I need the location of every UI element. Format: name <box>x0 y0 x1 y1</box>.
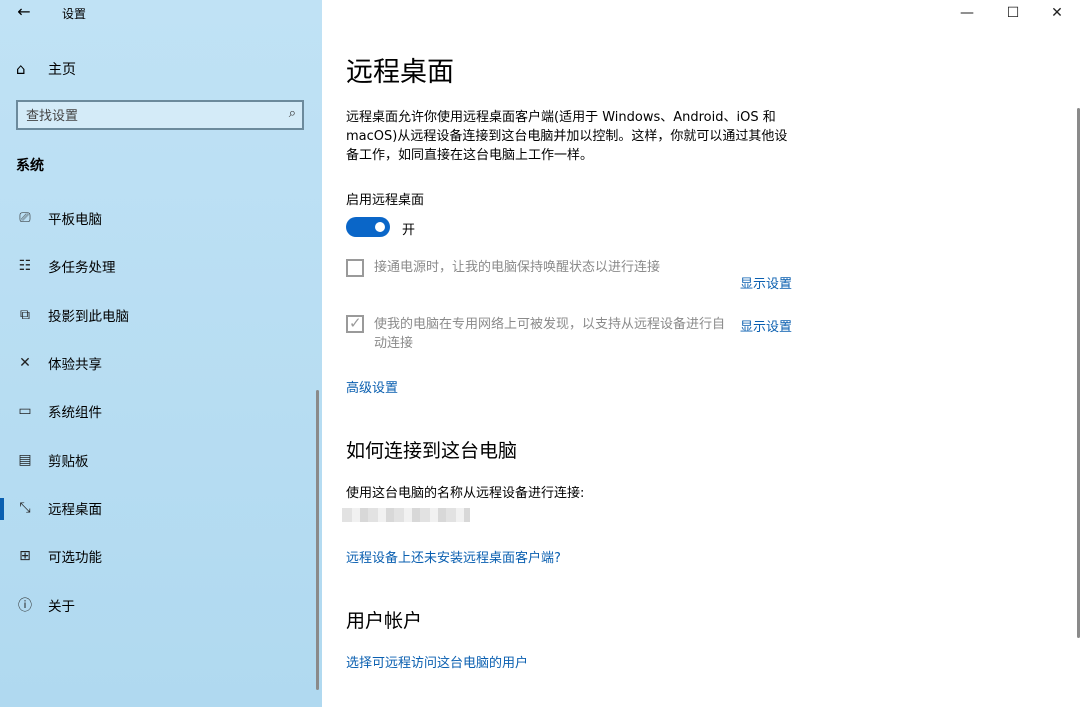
user-accounts-heading: 用户帐户 <box>346 610 423 632</box>
section-title: 系统 <box>16 158 44 174</box>
sidebar-item-label: 多任务处理 <box>48 260 116 277</box>
pc-name-redacted <box>342 508 470 522</box>
back-button[interactable]: ← <box>12 2 36 22</box>
remote-desktop-toggle[interactable] <box>346 217 390 237</box>
sidebar-item-label: 体验共享 <box>48 357 102 374</box>
app-title: 设置 <box>62 7 87 21</box>
tablet-icon: ⎚ <box>19 210 31 227</box>
select-users-link[interactable]: 选择可远程访问这台电脑的用户 <box>346 652 528 671</box>
sidebar-item-optional-features[interactable]: ⊞ 可选功能 <box>0 532 322 580</box>
sidebar-item-remote-desktop[interactable]: ⤡ 远程桌面 <box>0 484 322 532</box>
search-icon[interactable]: ⌕ <box>289 106 296 121</box>
sidebar-item-label: 远程桌面 <box>48 501 102 518</box>
connect-heading: 如何连接到这台电脑 <box>346 440 518 462</box>
display-settings-link-1[interactable]: 显示设置 <box>740 273 792 292</box>
sidebar-nav: ⎚ 平板电脑 ☷ 多任务处理 ⧉ 投影到此电脑 ✕ 体验共享 ▭ 系统组件 ▤ … <box>0 194 322 629</box>
projector-icon: ⧉ <box>20 306 30 323</box>
sidebar-item-share[interactable]: ✕ 体验共享 <box>0 339 322 387</box>
titlebar-left: ← 设置 <box>0 0 322 26</box>
sidebar-home[interactable]: ⌂ 主页 <box>16 58 76 80</box>
toggle-state: 开 <box>402 223 416 238</box>
sidebar-item-clipboard[interactable]: ▤ 剪贴板 <box>0 435 322 483</box>
keep-awake-text: 接通电源时，让我的电脑保持唤醒状态以进行连接 <box>374 260 661 275</box>
keep-awake-checkbox[interactable] <box>346 259 364 277</box>
sidebar-item-tablet[interactable]: ⎚ 平板电脑 <box>0 194 322 242</box>
check-icon: ✓ <box>349 314 362 332</box>
optional-features-icon: ⊞ <box>19 548 31 565</box>
sidebar-item-multitask[interactable]: ☷ 多任务处理 <box>0 242 322 290</box>
client-install-link[interactable]: 远程设备上还未安装远程桌面客户端? <box>346 547 561 566</box>
share-icon: ✕ <box>19 355 31 372</box>
multitask-icon: ☷ <box>18 258 32 275</box>
arrow-left-icon: ← <box>17 2 31 21</box>
sidebar-item-label: 系统组件 <box>48 405 102 422</box>
advanced-settings-link[interactable]: 高级设置 <box>346 377 398 396</box>
search-input[interactable] <box>26 107 266 125</box>
sidebar: ← 设置 ⌂ 主页 ⌕ 系统 ⎚ 平板电脑 ☷ 多任务处理 ⧉ 投影到此电脑 ✕… <box>0 0 322 707</box>
discoverable-text: 使我的电脑在专用网络上可被发现，以支持从远程设备进行自动连接 <box>374 317 726 351</box>
sidebar-item-label: 可选功能 <box>48 550 102 567</box>
connect-text: 使用这台电脑的名称从远程设备进行连接: <box>346 486 585 501</box>
main-content: 远程桌面 远程桌面允许你使用远程桌面客户端(适用于 Windows、Androi… <box>322 0 1080 707</box>
toggle-knob <box>375 222 385 232</box>
home-icon: ⌂ <box>16 60 26 78</box>
info-icon: ⓘ <box>18 597 32 614</box>
sidebar-item-about[interactable]: ⓘ 关于 <box>0 580 322 628</box>
search-box[interactable]: ⌕ <box>16 100 304 130</box>
sidebar-item-projector[interactable]: ⧉ 投影到此电脑 <box>0 291 322 339</box>
components-icon: ▭ <box>18 403 32 420</box>
display-settings-link-2[interactable]: 显示设置 <box>740 316 792 335</box>
page-description: 远程桌面允许你使用远程桌面客户端(适用于 Windows、Android、iOS… <box>346 110 788 163</box>
sidebar-item-label: 关于 <box>48 598 75 615</box>
discoverable-checkbox[interactable]: ✓ <box>346 314 364 333</box>
sidebar-item-components[interactable]: ▭ 系统组件 <box>0 387 322 435</box>
remote-desktop-icon: ⤡ <box>19 499 31 516</box>
sidebar-item-label: 平板电脑 <box>48 212 102 229</box>
sidebar-scrollbar[interactable] <box>316 390 319 690</box>
enable-label: 启用远程桌面 <box>346 193 425 208</box>
page-title: 远程桌面 <box>346 57 454 88</box>
clipboard-icon: ▤ <box>18 451 32 468</box>
home-label: 主页 <box>48 62 76 78</box>
sidebar-item-label: 剪贴板 <box>48 453 89 470</box>
sidebar-item-label: 投影到此电脑 <box>48 308 129 325</box>
